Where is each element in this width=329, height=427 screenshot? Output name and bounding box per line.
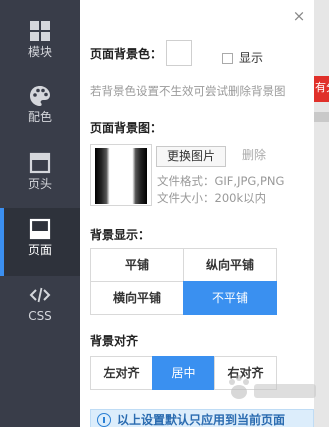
notice-text: 以上设置默认只应用到当前页面 xyxy=(117,413,286,427)
align-option-left[interactable]: 左对齐 xyxy=(90,356,153,390)
bg-image-preview xyxy=(90,144,152,206)
change-image-button[interactable]: 更换图片 xyxy=(156,146,226,167)
watermark-logo-icon xyxy=(229,375,316,399)
align-option-center[interactable]: 居中 xyxy=(152,356,215,390)
delete-image-button[interactable]: 删除 xyxy=(242,146,266,166)
display-option-no-tile[interactable]: 不平铺 xyxy=(183,281,277,315)
bg-display-label: 背景显示： xyxy=(90,228,151,242)
sidebar-item-label: CSS xyxy=(28,309,52,323)
show-checkbox-label: 显示 xyxy=(239,51,264,65)
sidebar-item-label: 页面 xyxy=(27,243,52,257)
background-red-text: 有分 xyxy=(315,81,329,94)
display-option-tile-horizontal[interactable]: 横向平铺 xyxy=(90,281,184,315)
sidebar-item-css[interactable]: CSS xyxy=(0,274,80,342)
bg-color-hint: 若背景色设置不生效可尝试删除背景图 xyxy=(90,84,286,98)
palette-icon xyxy=(30,86,50,106)
info-notice: 以上设置默认只应用到当前页面 xyxy=(90,409,314,427)
file-format-text: 文件格式：GIF,JPG,PNG xyxy=(157,174,285,188)
bg-color-label: 页面背景色： xyxy=(90,47,163,61)
sidebar-item-label: 页头 xyxy=(27,177,52,191)
bg-image-label: 页面背景图： xyxy=(90,121,163,135)
page-icon xyxy=(29,218,51,240)
show-checkbox[interactable] xyxy=(222,53,233,64)
sidebar-item-label: 模块 xyxy=(27,45,52,59)
header-icon xyxy=(29,152,51,174)
sidebar: 模块 配色 页头 页面 CSS xyxy=(0,0,80,427)
sidebar-item-colors[interactable]: 配色 xyxy=(0,75,80,143)
background-page xyxy=(314,0,329,427)
sidebar-item-page[interactable]: 页面 xyxy=(0,208,80,276)
grid-icon xyxy=(30,21,50,41)
bg-color-picker[interactable] xyxy=(166,40,192,66)
background-red-banner: 有分 xyxy=(314,76,329,102)
file-size-text: 文件大小：200k以内 xyxy=(157,191,267,205)
close-icon[interactable]: × xyxy=(291,8,307,24)
sidebar-item-label: 配色 xyxy=(27,110,52,124)
bg-align-label: 背景对齐 xyxy=(90,334,139,348)
code-icon xyxy=(29,287,51,303)
background-bar xyxy=(314,112,329,122)
display-option-tile-vertical[interactable]: 纵向平铺 xyxy=(183,248,277,282)
sidebar-item-modules[interactable]: 模块 xyxy=(0,10,80,78)
display-option-tile[interactable]: 平铺 xyxy=(90,248,184,282)
sidebar-item-header[interactable]: 页头 xyxy=(0,142,80,210)
info-icon xyxy=(97,413,111,427)
page-settings-panel: × 页面背景色： 显示 若背景色设置不生效可尝试删除背景图 页面背景图： 更换图… xyxy=(80,0,314,427)
